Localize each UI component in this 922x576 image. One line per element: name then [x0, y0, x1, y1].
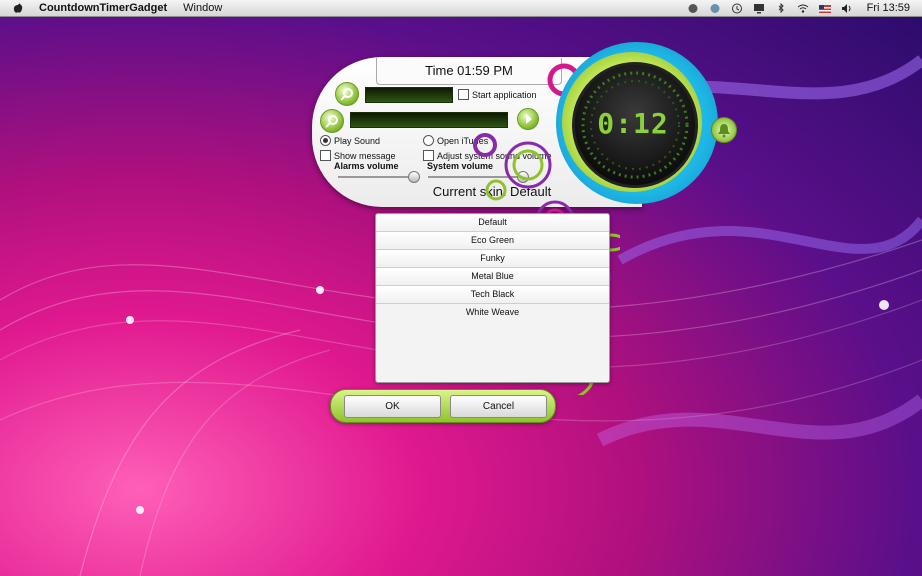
globe-icon[interactable]	[709, 3, 721, 14]
menu-bar: CountdownTimerGadget Window Fri 13:59	[0, 0, 922, 17]
checkbox-box[interactable]	[320, 150, 331, 161]
checkbox-label: Show message	[334, 150, 396, 161]
alarms-volume-label: Alarms volume	[334, 161, 399, 171]
menubar-clock[interactable]: Fri 13:59	[867, 2, 910, 14]
checkbox-box[interactable]	[423, 150, 434, 161]
alarms-volume-knob[interactable]	[408, 171, 420, 183]
list-item[interactable]: Tech Black	[376, 286, 609, 304]
show-message-checkbox[interactable]: Show message	[320, 150, 396, 161]
alarm-bell-button[interactable]	[711, 117, 737, 143]
search-application-button[interactable]	[335, 82, 359, 106]
app-menu[interactable]: CountdownTimerGadget	[39, 2, 167, 14]
list-item[interactable]: White Weave	[376, 304, 609, 321]
flag-icon[interactable]	[818, 3, 831, 14]
countdown-display: 0:12	[597, 107, 669, 140]
radio-label: Play Sound	[334, 135, 381, 146]
radio-dot[interactable]	[320, 135, 331, 146]
play-sound-radio[interactable]: Play Sound	[320, 135, 380, 146]
cancel-button[interactable]: Cancel	[450, 395, 547, 418]
window-menu[interactable]: Window	[183, 2, 222, 14]
list-item[interactable]: Metal Blue	[376, 268, 609, 286]
wifi-icon[interactable]	[797, 3, 809, 14]
application-field[interactable]	[365, 87, 453, 103]
timer-status-icon[interactable]	[687, 3, 699, 14]
magnifier-icon	[325, 115, 338, 128]
skin-list[interactable]: Default Eco Green Funky Metal Blue Tech …	[375, 213, 610, 383]
display-icon[interactable]	[753, 3, 765, 14]
search-sound-button[interactable]	[320, 109, 344, 133]
ok-button[interactable]: OK	[344, 395, 441, 418]
volume-icon[interactable]	[841, 3, 853, 14]
list-item[interactable]: Default	[376, 214, 609, 232]
bluetooth-icon[interactable]	[775, 2, 787, 14]
magnifier-icon	[340, 88, 353, 101]
apple-menu-icon[interactable]	[12, 2, 24, 14]
radio-dot[interactable]	[423, 135, 434, 146]
bell-icon	[718, 124, 730, 138]
list-item[interactable]: Eco Green	[376, 232, 609, 250]
status-area: Fri 13:59	[687, 0, 910, 16]
time-machine-icon[interactable]	[731, 3, 743, 14]
list-item[interactable]: Funky	[376, 250, 609, 268]
